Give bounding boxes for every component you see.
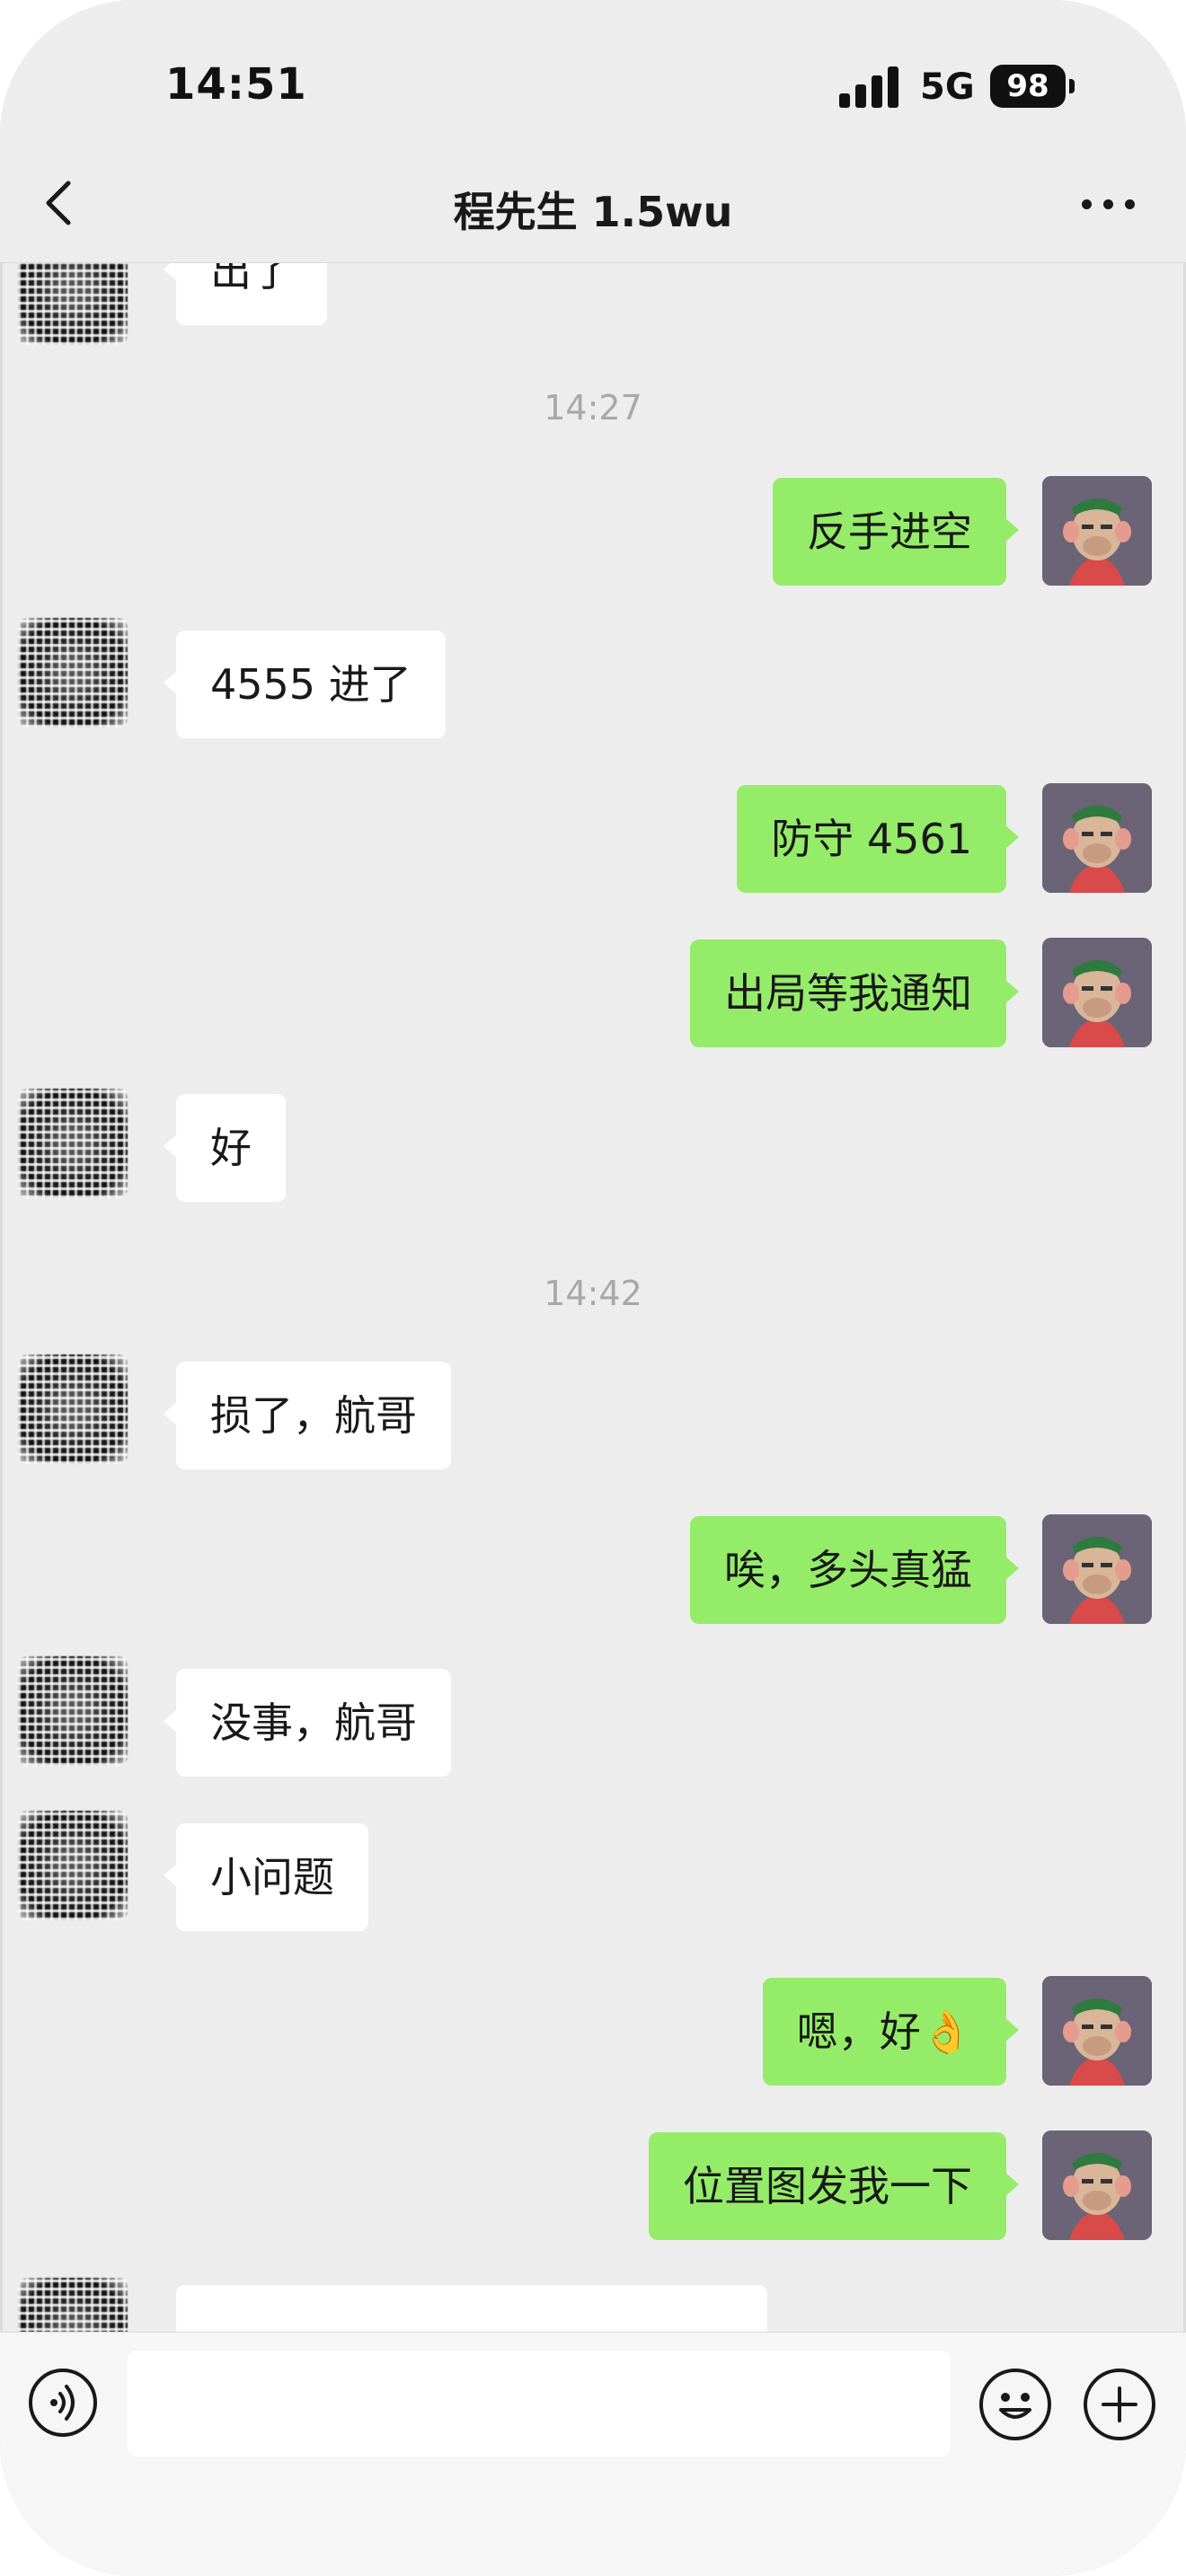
message-incoming[interactable]: 没事，航哥 [164,1669,451,1777]
message-outgoing[interactable]: 出局等我通知 [690,940,1019,1047]
message-incoming[interactable]: 4555 进了 [164,631,446,738]
timestamp: 14:27 [544,388,642,428]
emoji-icon[interactable] [979,2369,1051,2440]
message-incoming[interactable]: 好 [164,1094,286,1202]
contact-avatar[interactable] [18,262,128,345]
battery-icon: 98 [990,65,1066,108]
top-bar: 14:51 5G 98 程先生 1.5wu [0,0,1186,263]
signal-icon [839,66,902,108]
message-incoming[interactable]: 小问题 [164,1823,368,1931]
network-label: 5G [920,66,975,108]
message-incoming[interactable]: 损了，航哥 [164,1362,451,1469]
contact-avatar[interactable] [18,2278,128,2332]
message-outgoing[interactable]: 唉，多头真猛 [690,1516,1019,1624]
more-dots-icon[interactable] [1082,199,1136,210]
message-incoming[interactable]: 出了 [164,262,327,325]
timestamp: 14:42 [544,1274,642,1313]
voice-icon[interactable] [29,2369,97,2437]
message-outgoing[interactable]: 防守 4561 [737,785,1019,893]
user-avatar[interactable] [1042,1976,1152,2086]
plus-icon[interactable] [1084,2369,1155,2440]
user-avatar[interactable] [1042,938,1152,1047]
message-outgoing[interactable]: 反手进空 [773,478,1019,586]
chat-title: 程先生 1.5wu [453,188,733,236]
contact-avatar[interactable] [18,1656,128,1766]
input-bar [0,2332,1186,2576]
ape-avatar-icon [1042,1976,1152,2086]
contact-avatar[interactable] [18,1811,128,1920]
ape-avatar-icon [1042,2130,1152,2240]
user-avatar[interactable] [1042,1514,1152,1624]
user-avatar[interactable] [1042,2130,1152,2240]
message-input[interactable] [128,2351,951,2457]
phone-screen: 14:51 5G 98 程先生 1.5wu 出了 14:27 反手进空 4555… [0,0,1186,2576]
contact-avatar[interactable] [18,618,128,728]
message-incoming-partial[interactable] [176,2285,767,2332]
message-outgoing[interactable]: 位置图发我一下 [649,2132,1019,2240]
chat-area[interactable]: 出了 14:27 反手进空 4555 进了 防守 4561 出局等我通知 好 1… [0,262,1186,2332]
message-outgoing[interactable]: 嗯，好👌 [762,1978,1020,2086]
ape-avatar-icon [1042,476,1152,586]
contact-avatar[interactable] [18,1354,128,1464]
user-avatar[interactable] [1042,476,1152,586]
battery-cap [1069,79,1075,93]
status-time: 14:51 [165,59,307,110]
user-avatar[interactable] [1042,783,1152,893]
ape-avatar-icon [1042,783,1152,893]
contact-avatar[interactable] [18,1089,128,1198]
ape-avatar-icon [1042,938,1152,1047]
ape-avatar-icon [1042,1514,1152,1624]
